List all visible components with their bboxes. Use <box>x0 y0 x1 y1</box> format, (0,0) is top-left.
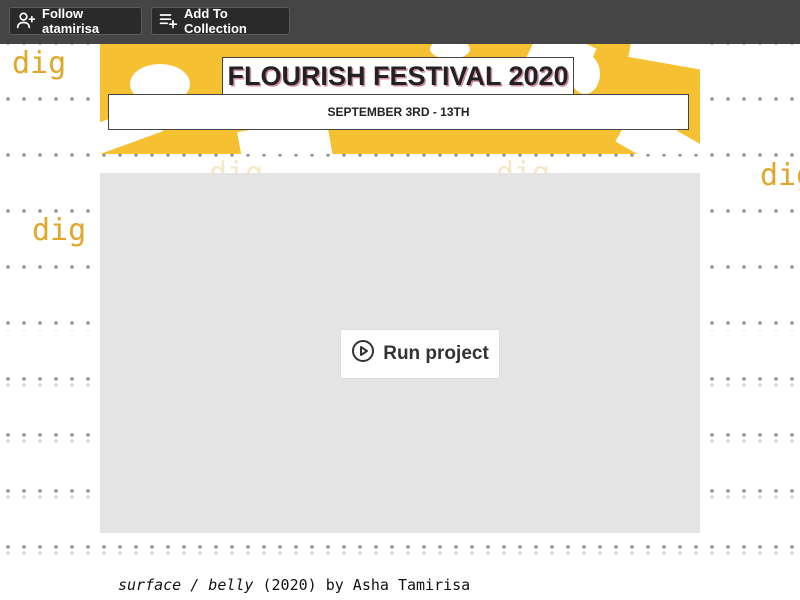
festival-title: FLOURISH FESTIVAL 2020 <box>222 57 574 95</box>
project-meta: (2020) by Asha Tamirisa <box>253 576 471 594</box>
run-project-button[interactable]: Run project <box>340 329 500 379</box>
background-word: dig <box>8 46 71 81</box>
background-word: dig <box>756 158 800 193</box>
project-caption: surface / belly (2020) by Asha Tamirisa <box>110 572 479 598</box>
banner-shape <box>628 44 700 71</box>
top-toolbar: Follow atamirisa Add To Collection <box>0 0 800 44</box>
follow-button-label: Follow atamirisa <box>42 6 100 36</box>
run-project-label: Run project <box>383 343 489 364</box>
add-user-icon <box>16 10 36 33</box>
festival-dates: SEPTEMBER 3RD - 13TH <box>108 94 689 130</box>
add-to-collection-label: Add To Collection <box>184 6 247 36</box>
background-word: dig <box>28 213 91 248</box>
play-circle-icon <box>351 339 375 369</box>
playlist-add-icon <box>158 10 178 33</box>
banner-shape <box>570 54 600 94</box>
follow-button[interactable]: Follow atamirisa <box>9 6 142 36</box>
project-title: surface / belly <box>118 576 254 594</box>
add-to-collection-button[interactable]: Add To Collection <box>151 6 290 36</box>
